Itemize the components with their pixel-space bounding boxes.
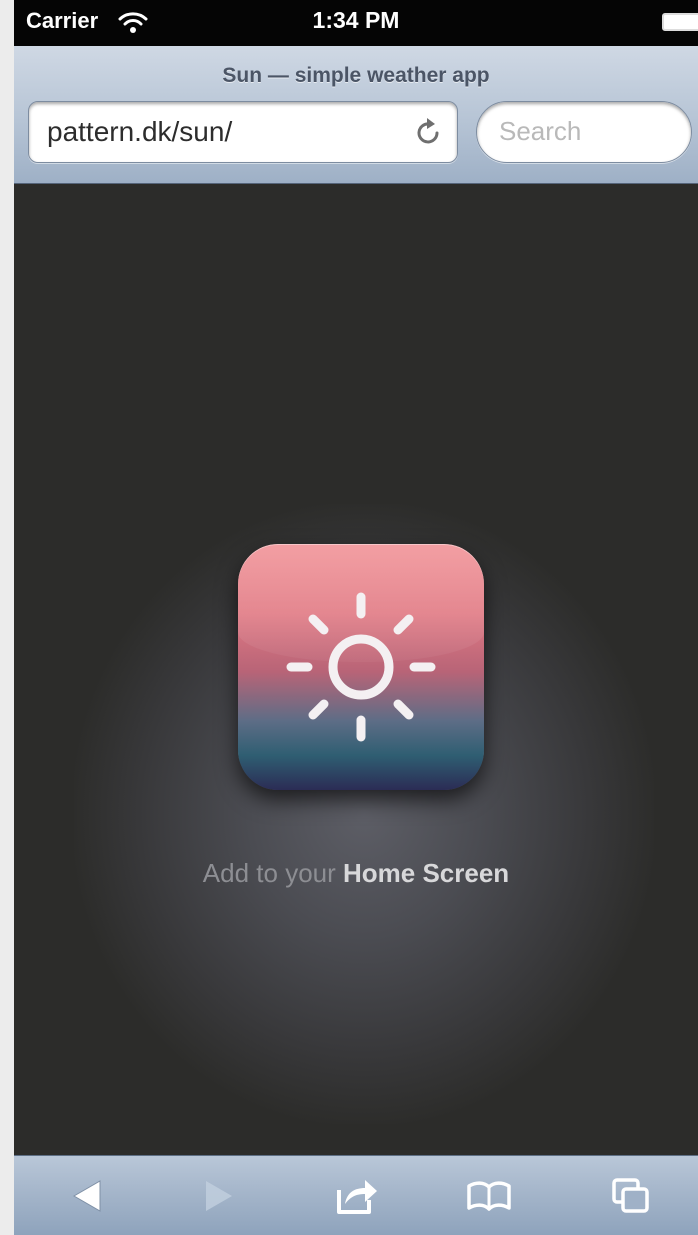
status-bar: Carrier 1:34 PM [14,0,698,46]
add-to-home-screen-text: Add to your Home Screen [14,858,698,889]
reload-icon[interactable] [415,116,443,146]
sun-icon [286,592,436,742]
bookmarks-icon[interactable] [464,1174,514,1218]
search-field[interactable] [476,101,692,163]
app-icon [238,544,484,790]
home-text-prefix: Add to your [202,858,343,888]
home-text-bold: Home Screen [343,858,510,888]
forward-icon[interactable] [194,1174,244,1218]
page-title: Sun — simple weather app [222,64,490,87]
battery-icon [662,13,698,31]
share-icon[interactable] [332,1174,382,1218]
url-text[interactable]: pattern.dk/sun/ [47,116,232,148]
address-field[interactable]: pattern.dk/sun/ [28,101,458,163]
search-input[interactable] [499,116,669,147]
web-content: Add to your Home Screen [14,184,698,1155]
status-time: 1:34 PM [312,7,400,33]
browser-top-bar: Sun — simple weather app pattern.dk/sun/ [14,46,698,184]
tabs-icon[interactable] [606,1174,656,1218]
device-screen: Carrier 1:34 PM Sun — simple weather app… [14,0,698,1235]
browser-toolbar [14,1155,698,1235]
back-icon[interactable] [62,1174,112,1218]
